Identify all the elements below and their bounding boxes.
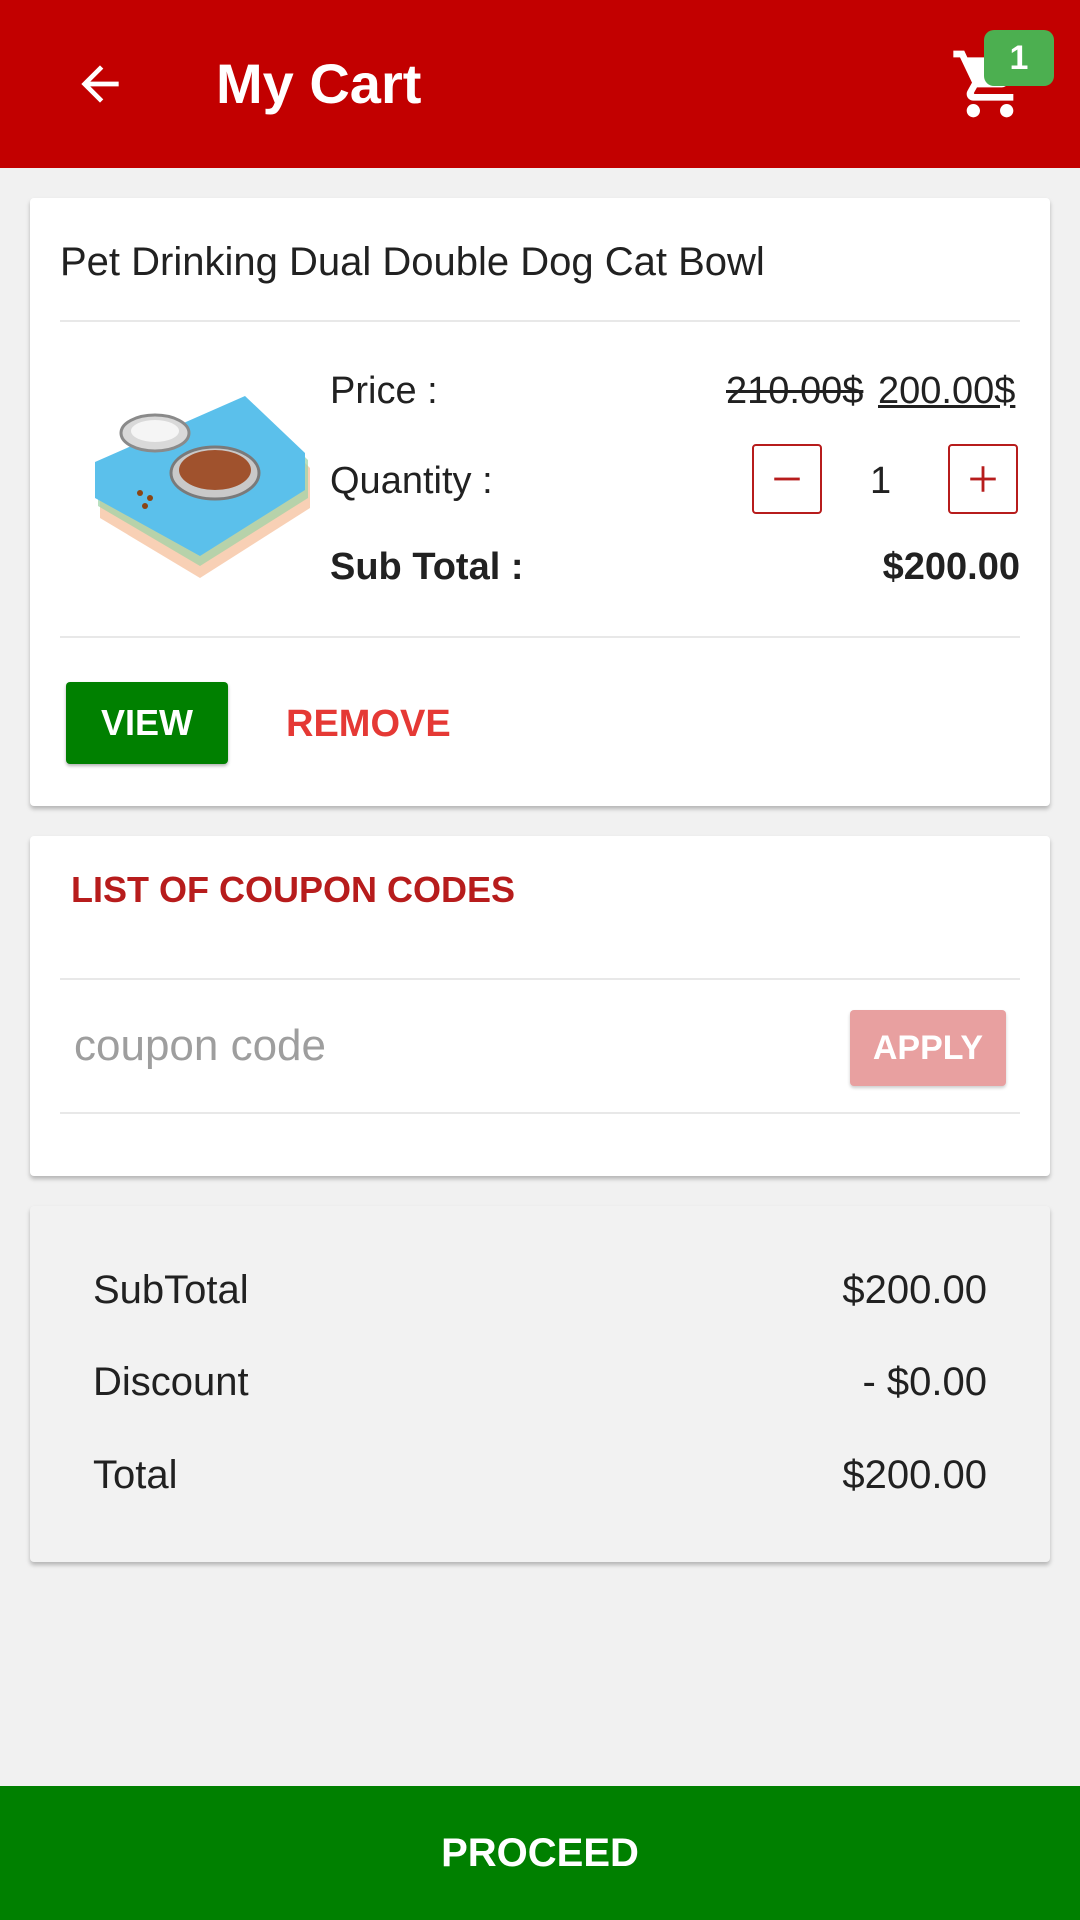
cart-item-card: Pet Drinking Dual Double Dog Cat Bowl Pr… xyxy=(30,198,1050,806)
summary-subtotal-label: SubTotal xyxy=(93,1268,249,1312)
subtotal-label: Sub Total : xyxy=(330,546,524,588)
divider xyxy=(60,978,1020,980)
quantity-label: Quantity : xyxy=(330,460,493,502)
summary-discount-value: - $0.00 xyxy=(862,1360,987,1404)
page-title: My Cart xyxy=(216,52,422,115)
arrow-left-icon xyxy=(81,65,119,103)
summary-subtotal-value: $200.00 xyxy=(842,1268,987,1312)
coupon-card: LIST OF COUPON CODES APPLY xyxy=(30,836,1050,1176)
original-price: 210.00$ xyxy=(726,370,864,412)
cart-count-badge: 1 xyxy=(984,30,1054,86)
quantity-value: 1 xyxy=(870,460,892,502)
order-summary-card: SubTotal $200.00 Discount - $0.00 Total … xyxy=(30,1206,1050,1562)
coupon-code-input[interactable] xyxy=(74,1006,814,1086)
remove-button[interactable]: REMOVE xyxy=(286,700,451,748)
apply-coupon-button[interactable]: APPLY xyxy=(850,1010,1006,1086)
plus-icon xyxy=(970,466,996,492)
divider xyxy=(60,1112,1020,1114)
summary-total-value: $200.00 xyxy=(842,1453,987,1497)
summary-total-label: Total xyxy=(93,1453,178,1497)
back-button[interactable] xyxy=(60,44,140,124)
increase-quantity-button[interactable] xyxy=(948,444,1018,514)
app-bar: My Cart 1 xyxy=(0,0,1080,168)
view-button[interactable]: VIEW xyxy=(66,682,228,764)
divider xyxy=(60,636,1020,638)
subtotal-value: $200.00 xyxy=(882,546,1020,588)
product-image xyxy=(95,396,310,578)
proceed-button[interactable]: PROCEED xyxy=(0,1786,1080,1920)
decrease-quantity-button[interactable] xyxy=(752,444,822,514)
summary-discount-label: Discount xyxy=(93,1360,249,1404)
coupon-list-link[interactable]: LIST OF COUPON CODES xyxy=(71,866,515,914)
minus-icon xyxy=(774,477,800,481)
price-label: Price : xyxy=(330,370,438,412)
divider xyxy=(60,320,1020,322)
product-name: Pet Drinking Dual Double Dog Cat Bowl xyxy=(60,240,765,284)
discounted-price: 200.00$ xyxy=(878,370,1016,412)
